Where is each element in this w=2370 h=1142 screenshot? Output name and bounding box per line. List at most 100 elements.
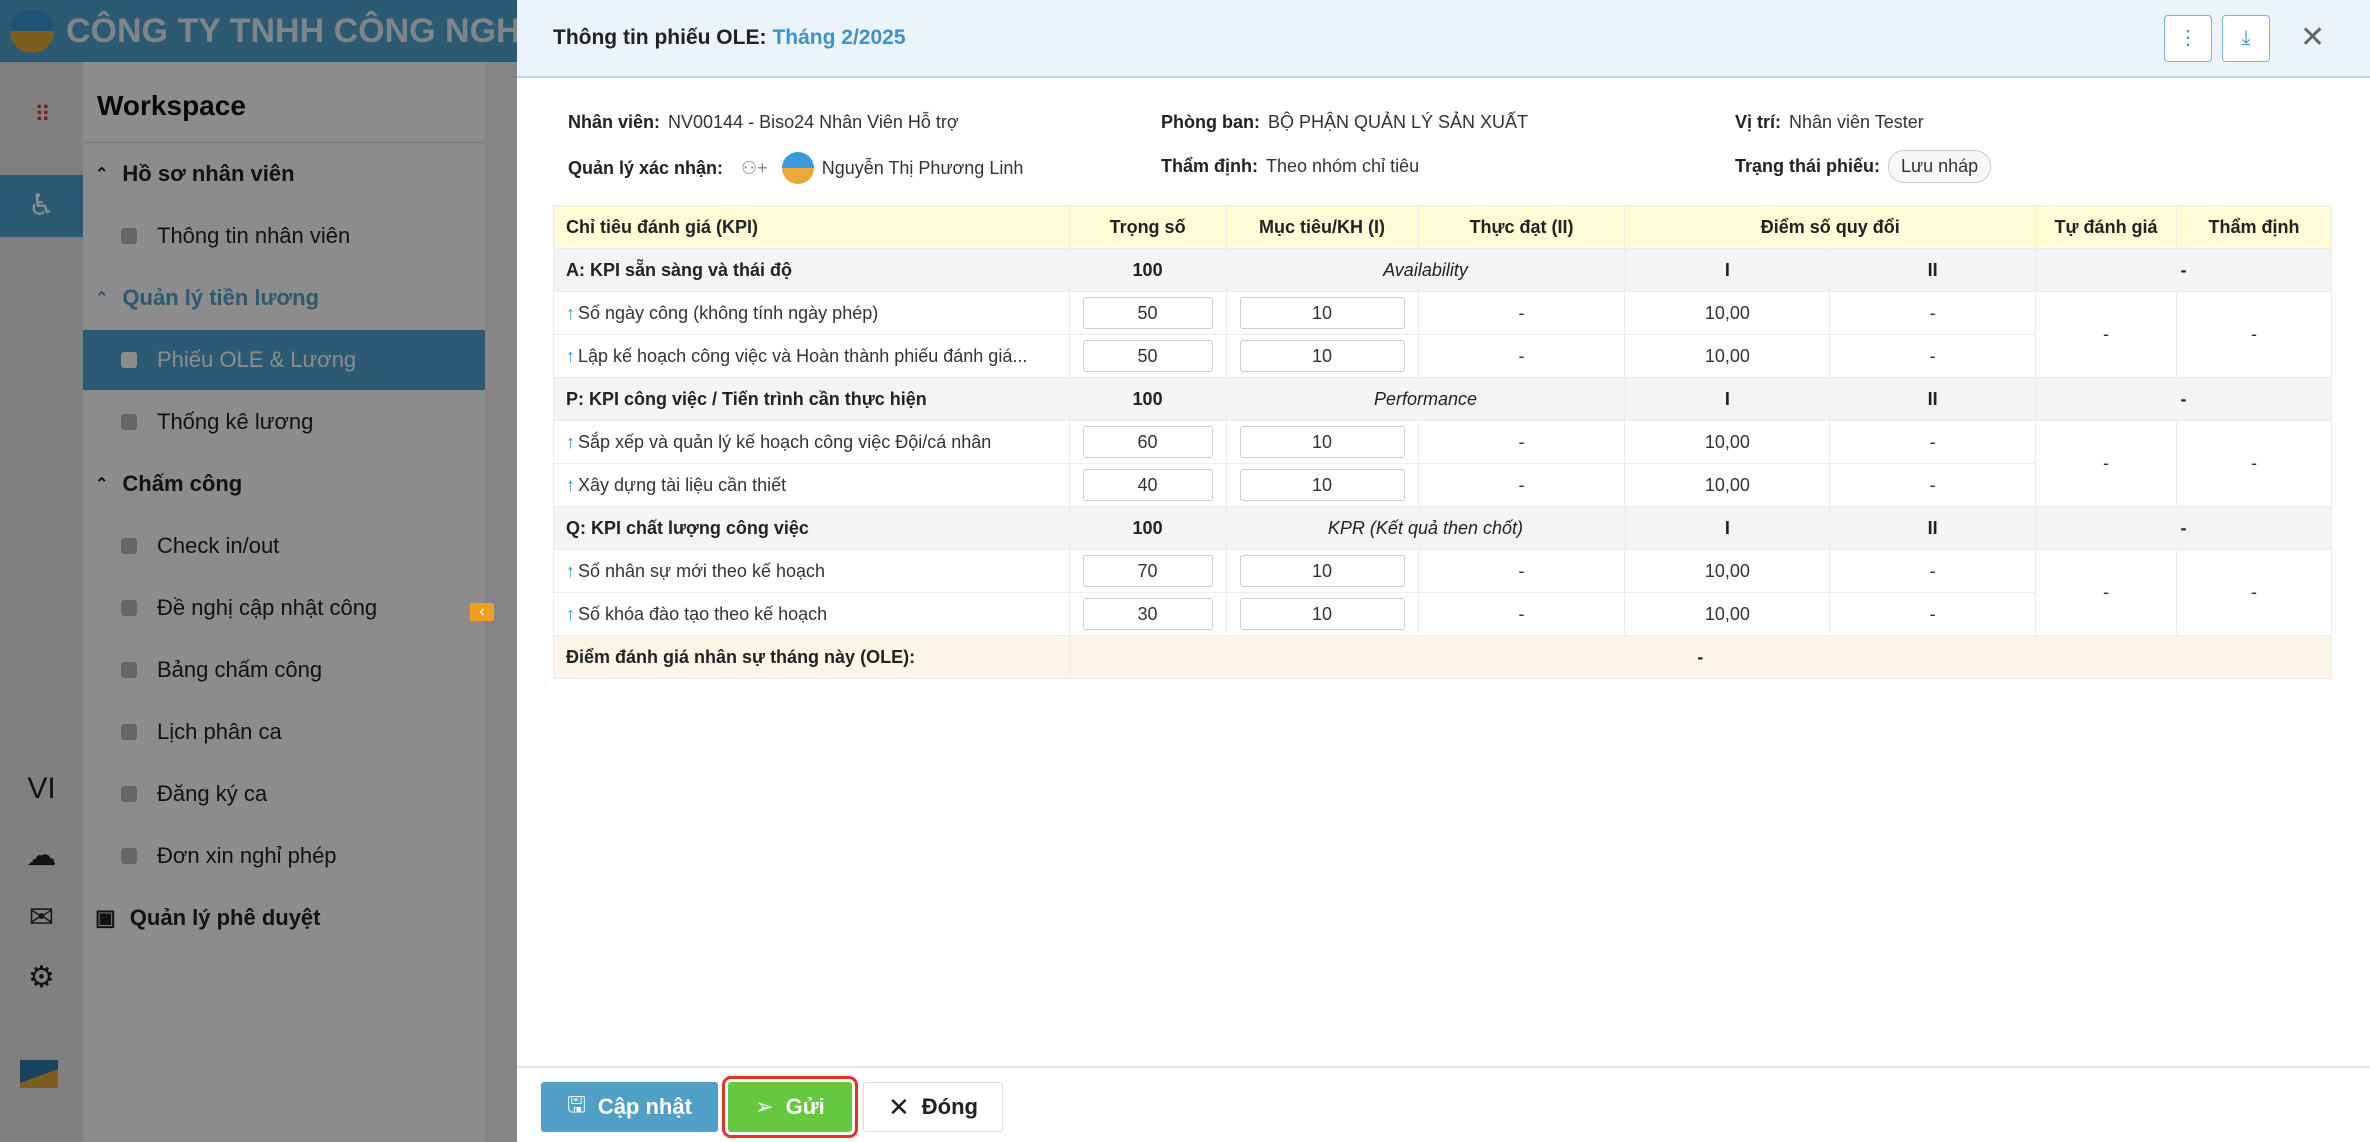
- kpi-name: Lập kế hoạch công việc và Hoàn thành phi…: [578, 346, 1027, 366]
- table-cell: -: [1830, 550, 2036, 593]
- target-cell: 10: [1226, 550, 1418, 593]
- table-cell: 10,00: [1625, 335, 1830, 378]
- kpi-name: Số ngày công (không tính ngày phép): [578, 303, 878, 323]
- send-button[interactable]: ➢Gửi: [728, 1082, 852, 1132]
- table-cell: -: [2036, 550, 2177, 636]
- arrow-up-icon: ↑: [566, 346, 575, 366]
- table-cell: -: [2036, 421, 2177, 507]
- close-button[interactable]: ✕ Đóng: [863, 1082, 1003, 1132]
- table-row: ↑Số ngày công (không tính ngày phép) 50 10…: [554, 292, 2332, 335]
- table-cell: 100: [1069, 249, 1226, 292]
- weight-cell: 70: [1069, 550, 1226, 593]
- download-icon: ⤓: [2242, 27, 2251, 49]
- kpi-name: Xây dựng tài liệu cần thiết: [578, 475, 786, 495]
- target-cell: 10: [1226, 292, 1418, 335]
- table-cell: 10,00: [1625, 464, 1830, 507]
- employee-value: NV00144 - Biso24 Nhân Viên Hỗ trợ: [668, 112, 959, 133]
- target-cell: 10: [1226, 593, 1418, 636]
- kpi-name: Số nhân sự mới theo kế hoạch: [578, 561, 825, 581]
- table-cell: -: [2036, 378, 2332, 421]
- table-cell: -: [1830, 335, 2036, 378]
- close-label: Đóng: [922, 1094, 978, 1120]
- target-cell: 10: [1226, 464, 1418, 507]
- col-self-eval: Tự đánh giá: [2036, 206, 2177, 249]
- kpi-name-cell: ↑Xây dựng tài liệu cần thiết: [554, 464, 1070, 507]
- target-cell: 10: [1226, 335, 1418, 378]
- table-row: ↑Sắp xếp và quản lý kế hoạch công việc Đ…: [554, 421, 2332, 464]
- table-cell: 100: [1069, 378, 1226, 421]
- status-badge: Lưu nháp: [1888, 150, 1991, 183]
- col-target: Mục tiêu/KH (I): [1226, 206, 1418, 249]
- weight-cell: 50: [1069, 292, 1226, 335]
- avatar: [782, 152, 814, 184]
- close-dialog-button[interactable]: ✕: [2300, 20, 2325, 55]
- manager-value: Nguyễn Thị Phương Linh: [822, 158, 1024, 179]
- table-cell: I: [1625, 249, 1830, 292]
- weight-input[interactable]: 50: [1083, 297, 1213, 329]
- weight-input[interactable]: 40: [1083, 469, 1213, 501]
- table-cell: II: [1830, 378, 2036, 421]
- kpi-name-cell: ↑Số ngày công (không tính ngày phép): [554, 292, 1070, 335]
- target-input[interactable]: 10: [1240, 426, 1405, 458]
- status-field: Trạng thái phiếu:Lưu nháp: [1735, 150, 1991, 183]
- close-icon: ✕: [888, 1092, 910, 1123]
- add-person-icon[interactable]: ⚇+: [741, 158, 768, 179]
- table-cell: -: [2036, 507, 2332, 550]
- weight-input[interactable]: 50: [1083, 340, 1213, 372]
- total-row: Điểm đánh giá nhân sự tháng này (OLE):-: [554, 636, 2332, 679]
- weight-input[interactable]: 70: [1083, 555, 1213, 587]
- table-cell: Q: KPI chất lượng công việc: [554, 507, 1070, 550]
- table-cell: -: [2177, 421, 2332, 507]
- weight-input[interactable]: 30: [1083, 598, 1213, 630]
- appraisal-field: Thẩm định:Theo nhóm chỉ tiêu: [1161, 156, 1419, 177]
- weight-cell: 50: [1069, 335, 1226, 378]
- employee-field: Nhân viên:NV00144 - Biso24 Nhân Viên Hỗ …: [568, 112, 959, 133]
- manager-field: Quản lý xác nhận:⚇+Nguyễn Thị Phương Lin…: [568, 150, 1023, 186]
- col-kpi: Chỉ tiêu đánh giá (KPI): [554, 206, 1070, 249]
- kpi-name-cell: ↑Lập kế hoạch công việc và Hoàn thành ph…: [554, 335, 1070, 378]
- group-row: A: KPI sẵn sàng và thái độ100Availabilit…: [554, 249, 2332, 292]
- col-actual: Thực đạt (II): [1418, 206, 1625, 249]
- table-cell: II: [1830, 507, 2036, 550]
- target-input[interactable]: 10: [1240, 340, 1405, 372]
- table-cell: -: [1418, 464, 1625, 507]
- save-icon: 🖫: [567, 1088, 586, 1126]
- table-cell: 10,00: [1625, 292, 1830, 335]
- arrow-up-icon: ↑: [566, 475, 575, 495]
- table-cell: -: [1069, 636, 2331, 679]
- more-options-button[interactable]: ⋮: [2164, 15, 2212, 62]
- target-input[interactable]: 10: [1240, 555, 1405, 587]
- table-cell: -: [1418, 550, 1625, 593]
- table-cell: KPR (Kết quả then chốt): [1226, 507, 1625, 550]
- weight-input[interactable]: 60: [1083, 426, 1213, 458]
- weight-cell: 40: [1069, 464, 1226, 507]
- table-cell: -: [1830, 464, 2036, 507]
- table-cell: -: [1418, 421, 1625, 464]
- target-input[interactable]: 10: [1240, 297, 1405, 329]
- position-label: Vị trí:: [1735, 112, 1781, 133]
- appraisal-label: Thẩm định:: [1161, 156, 1258, 177]
- download-button[interactable]: ⤓: [2222, 15, 2270, 62]
- collapse-sidebar-button[interactable]: ‹: [470, 603, 494, 621]
- table-cell: Availability: [1226, 249, 1625, 292]
- department-value: BỘ PHẬN QUẢN LÝ SẢN XUẤT: [1268, 112, 1528, 133]
- table-cell: Performance: [1226, 378, 1625, 421]
- table-cell: -: [1418, 335, 1625, 378]
- table-cell: I: [1625, 378, 1830, 421]
- table-cell: -: [2036, 249, 2332, 292]
- modal-backdrop[interactable]: [0, 0, 517, 1142]
- update-button[interactable]: 🖫Cập nhật: [541, 1082, 718, 1132]
- dialog-month: Tháng 2/2025: [772, 26, 905, 50]
- table-cell: -: [2177, 550, 2332, 636]
- table-cell: Điểm đánh giá nhân sự tháng này (OLE):: [554, 636, 1070, 679]
- arrow-up-icon: ↑: [566, 432, 575, 452]
- arrow-up-icon: ↑: [566, 561, 575, 581]
- table-row: ↑Số nhân sự mới theo kế hoạch7010-10,00-…: [554, 550, 2332, 593]
- target-input[interactable]: 10: [1240, 469, 1405, 501]
- position-value: Nhân viên Tester: [1789, 112, 1924, 133]
- send-icon: ➢: [755, 1094, 773, 1120]
- table-cell: -: [1830, 421, 2036, 464]
- department-field: Phòng ban:BỘ PHẬN QUẢN LÝ SẢN XUẤT: [1161, 112, 1528, 133]
- target-cell: 10: [1226, 421, 1418, 464]
- target-input[interactable]: 10: [1240, 598, 1405, 630]
